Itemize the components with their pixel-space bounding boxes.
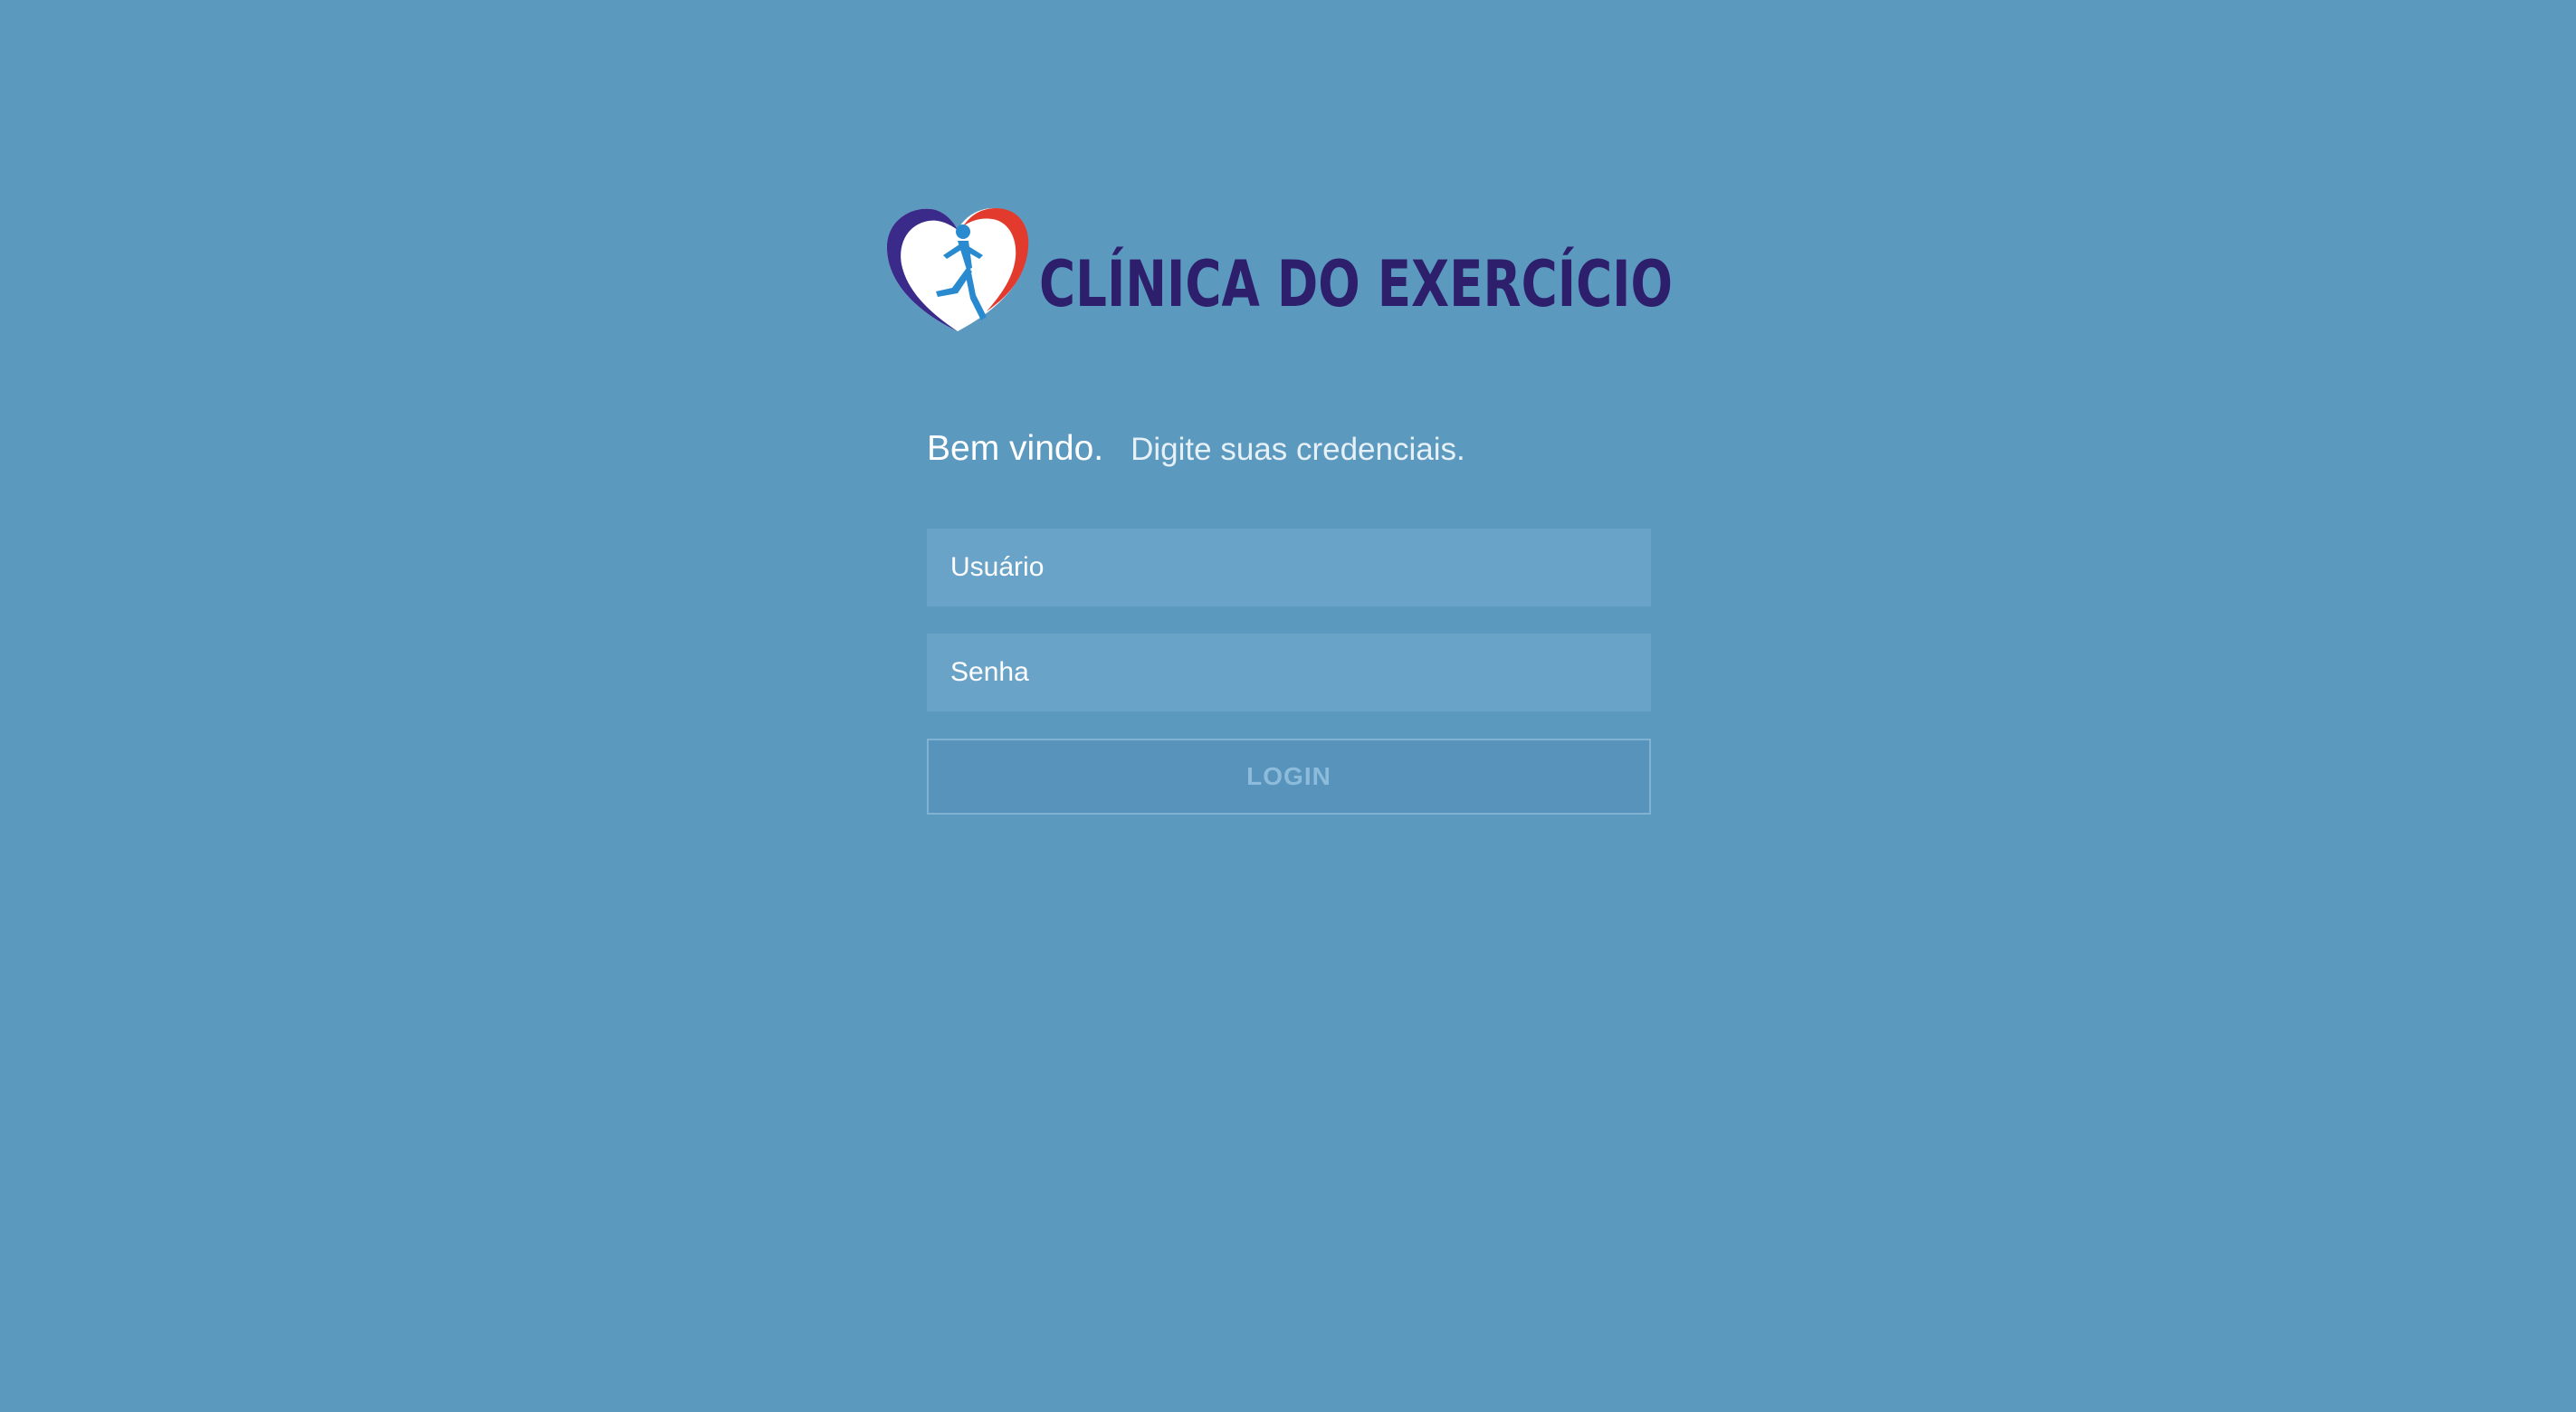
password-input[interactable] [927, 634, 1651, 711]
welcome-title: Bem vindo. [927, 429, 1104, 468]
clinica-do-exercicio-logo: CLÍNICA DO EXERCÍCIO [886, 208, 1673, 331]
heart-runner-icon [886, 208, 1029, 331]
welcome-heading: Bem vindo. Digite suas credenciais. [927, 429, 1465, 487]
welcome-subtitle: Digite suas credenciais. [1131, 432, 1465, 467]
login-button[interactable]: LOGIN [927, 739, 1651, 815]
username-input[interactable] [927, 529, 1651, 606]
logo-wordmark: CLÍNICA DO EXERCÍCIO [1039, 247, 1673, 321]
